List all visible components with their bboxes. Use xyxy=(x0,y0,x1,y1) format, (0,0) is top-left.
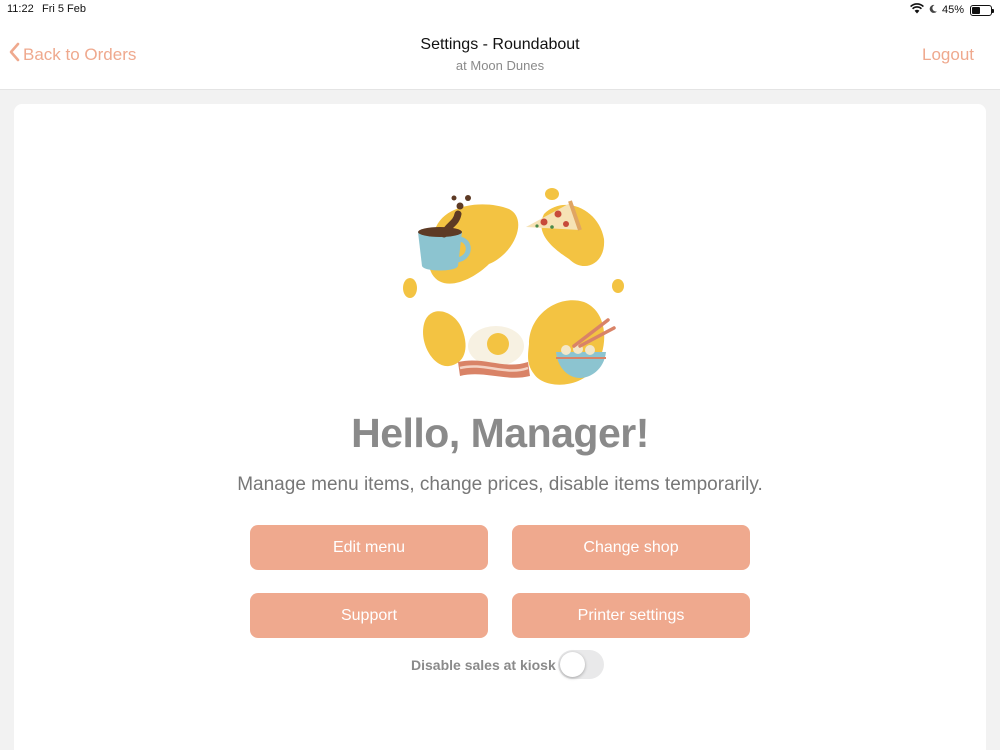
battery-fill xyxy=(972,6,980,14)
battery-percent: 45% xyxy=(941,4,964,16)
greeting-heading: Hello, Manager! xyxy=(351,410,649,456)
toggle-knob[interactable] xyxy=(559,652,585,677)
edit-menu-button[interactable]: Edit menu xyxy=(250,525,488,570)
moon-icon xyxy=(928,4,938,17)
status-date: Fri 5 Feb xyxy=(42,3,87,15)
disable-sales-row: Disable sales at kiosk xyxy=(411,650,604,679)
battery-icon xyxy=(970,4,994,16)
disable-sales-label: Disable sales at kiosk xyxy=(411,656,556,673)
page-subtitle: at Moon Dunes xyxy=(455,58,545,73)
logout-button[interactable]: Logout xyxy=(922,45,974,65)
food-illustration xyxy=(394,184,634,394)
status-indicators: 45% xyxy=(910,3,994,17)
change-shop-button[interactable]: Change shop xyxy=(512,525,750,570)
support-button[interactable]: Support xyxy=(250,593,488,638)
printer-settings-button[interactable]: Printer settings xyxy=(512,593,750,638)
wifi-icon xyxy=(910,3,924,17)
description-text: Manage menu items, change prices, disabl… xyxy=(237,474,763,495)
page-title: Settings - Roundabout xyxy=(420,36,580,53)
settings-card: Hello, Manager! Manage menu items, chang… xyxy=(14,104,986,750)
status-time: 11:22 xyxy=(7,3,34,15)
status-bar: 11:22 Fri 5 Feb 45% xyxy=(0,0,1000,20)
disable-sales-toggle[interactable] xyxy=(557,650,604,679)
navigation-bar: Back to Orders Settings - Roundabout at … xyxy=(0,20,1000,90)
